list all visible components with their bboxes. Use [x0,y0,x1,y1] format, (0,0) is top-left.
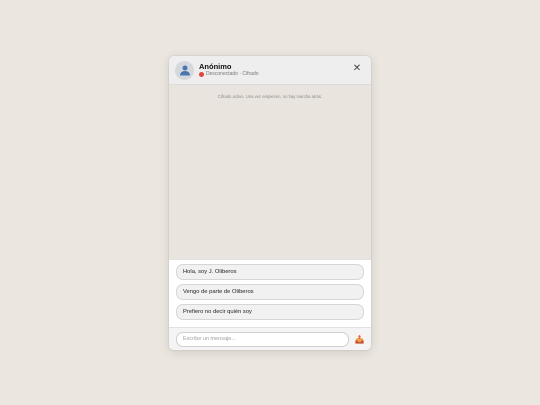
page-background: Anónimo Desconectado · Cifrado ✕ Cifrado… [0,0,540,405]
message-input[interactable] [176,331,349,347]
chat-window: Anónimo Desconectado · Cifrado ✕ Cifrado… [169,56,371,350]
contact-status-text: Desconectado · Cifrado [206,71,259,78]
quick-reply-1[interactable]: Hola, soy J. Oliberos [176,264,364,280]
send-tray-icon [354,334,364,344]
quick-replies: Hola, soy J. Oliberos Vengo de parte de … [169,259,371,327]
quick-reply-2[interactable]: Vengo de parte de Oliberos [176,284,364,300]
send-button[interactable] [353,333,365,345]
message-area: Cifrado activo. Una vez empiecen, no hay… [169,85,371,259]
close-button[interactable]: ✕ [352,64,362,74]
contact-status: Desconectado · Cifrado [199,71,259,78]
status-dot-icon [199,72,204,78]
user-avatar-icon [175,60,194,80]
quick-reply-3[interactable]: Prefiero no decir quién soy [176,304,364,320]
contact-info: Anónimo Desconectado · Cifrado [199,63,259,78]
composer [169,327,371,350]
system-note: Cifrado activo. Una vez empiecen, no hay… [217,94,323,99]
contact-name: Anónimo [199,61,232,71]
chat-header: Anónimo Desconectado · Cifrado ✕ [169,56,371,85]
